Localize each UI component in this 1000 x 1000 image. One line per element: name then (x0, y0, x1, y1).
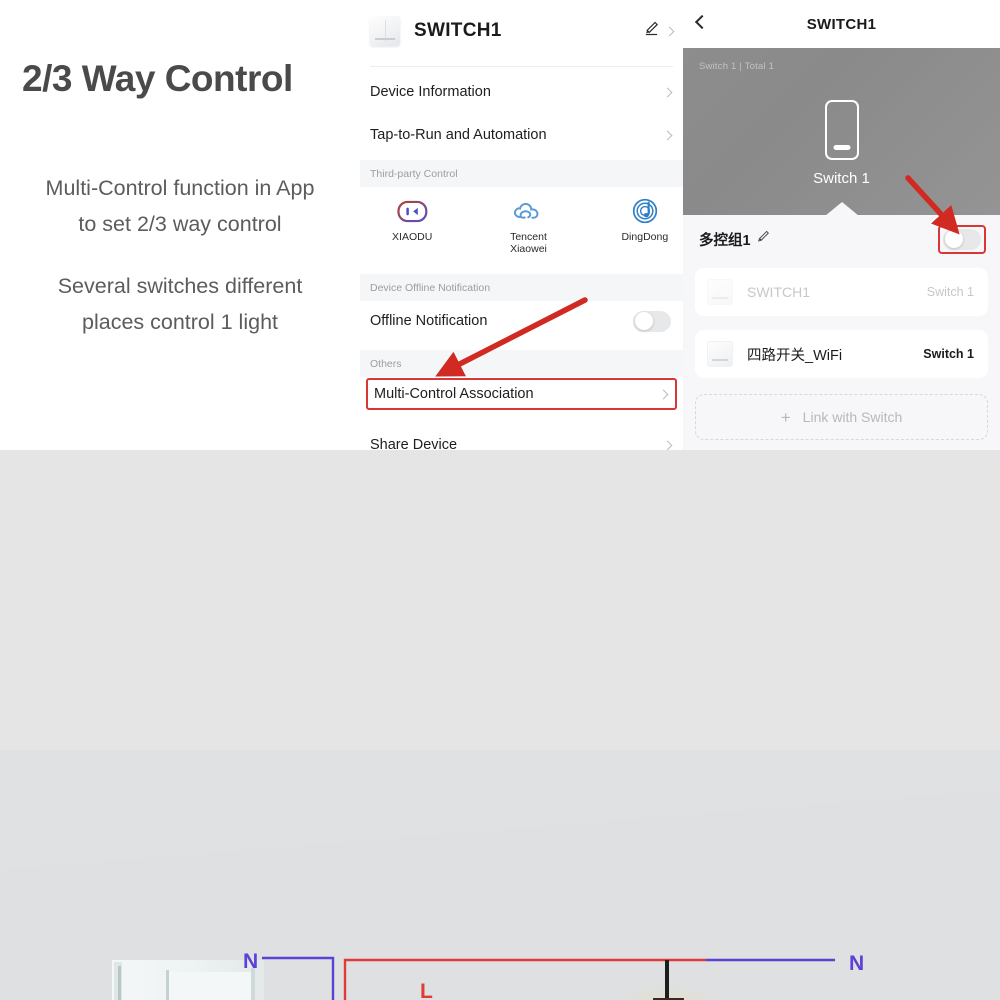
xiaodu-icon (374, 192, 450, 230)
settings-row-device-information[interactable]: Device Information (360, 72, 683, 112)
multi-control-group-toggle[interactable] (943, 228, 981, 250)
pencil-icon[interactable] (757, 230, 770, 248)
pencil-icon[interactable] (644, 21, 659, 41)
chevron-right-icon (658, 389, 669, 399)
group-header-others: Others (360, 350, 683, 377)
marketing-copy-panel: 2/3 Way Control Multi-Control function i… (0, 0, 360, 450)
third-party-item-tencent-xiaowei[interactable]: Tencent Xiaowei (490, 192, 566, 262)
group-header-third-party: Third-party Control (360, 160, 683, 187)
wiring-diagram-section: N L L N (0, 450, 1000, 1000)
third-party-control-list: XIAODU Tencent Xiaowei DingDong (360, 192, 683, 262)
chevron-right-icon (662, 440, 673, 450)
marketing-paragraph-2-line-1: Several switches different (57, 274, 303, 298)
device-settings-screen: SWITCH1 Device Information Tap-to-Run an… (360, 0, 683, 450)
settings-row-label: Multi-Control Association (374, 386, 534, 402)
linked-device-channel: Switch 1 (926, 285, 974, 299)
wiring-diagram: N L L N (0, 450, 1000, 1000)
top-app-screenshots-section: 2/3 Way Control Multi-Control function i… (0, 0, 1000, 450)
third-party-label: Tencent Xiaowei (510, 231, 547, 255)
chevron-right-icon (664, 26, 675, 36)
multi-control-group-row: 多控组1 (683, 215, 1000, 263)
third-party-label: XIAODU (392, 231, 433, 243)
multi-control-association-screen: SWITCH1 Switch 1 | Total 1 Switch 1 多控组1… (683, 0, 1000, 450)
settings-row-multi-control-association[interactable]: Multi-Control Association (366, 378, 677, 410)
link-with-switch-button[interactable]: + Link with Switch (695, 394, 988, 440)
wall-switch-icon (707, 341, 733, 367)
settings-row-label: Device Information (370, 84, 491, 100)
device-name: SWITCH1 (414, 20, 502, 41)
group-header-offline-notification: Device Offline Notification (360, 274, 683, 301)
chevron-right-icon (662, 130, 673, 140)
multi-control-header: SWITCH1 (683, 0, 1000, 48)
group-toggle-highlight (938, 224, 986, 254)
multi-control-title: SWITCH1 (806, 15, 877, 33)
linked-device-name: 四路开关_WiFi (747, 347, 843, 364)
third-party-item-dingdong[interactable]: DingDong (607, 192, 683, 262)
settings-row-tap-to-run[interactable]: Tap-to-Run and Automation (360, 115, 683, 155)
wire-label-neutral-top: N (243, 950, 258, 973)
list-item[interactable]: SWITCH1 Switch 1 (695, 268, 988, 316)
marketing-paragraph-1: Multi-Control function in App to set 2/3… (0, 170, 360, 242)
settings-row-label: Offline Notification (370, 313, 488, 329)
wall-switch-icon (370, 16, 400, 46)
card-notch (824, 202, 859, 216)
header-divider (370, 66, 673, 67)
device-preview-card: Switch 1 | Total 1 Switch 1 (683, 48, 1000, 216)
multi-control-group-name: 多控组1 (699, 232, 751, 249)
settings-row-label: Share Device (370, 437, 458, 450)
third-party-label: DingDong (621, 231, 669, 243)
device-header-actions[interactable] (644, 21, 675, 41)
page-title: 2/3 Way Control (22, 58, 293, 99)
marketing-paragraph-2: Several switches different places contro… (0, 268, 360, 340)
dingdong-icon (607, 192, 683, 230)
linked-device-name: SWITCH1 (747, 284, 810, 300)
device-header[interactable]: SWITCH1 (360, 0, 683, 62)
switch-panel-icon (824, 100, 859, 160)
plus-icon: + (780, 407, 791, 427)
settings-row-label: Tap-to-Run and Automation (370, 127, 547, 143)
wire-label-live-ceiling: L (420, 980, 433, 1000)
linked-device-channel: Switch 1 (923, 347, 974, 361)
link-with-switch-label: Link with Switch (802, 409, 903, 425)
card-meta-label: Switch 1 | Total 1 (699, 61, 775, 72)
chevron-right-icon (662, 87, 673, 97)
marketing-paragraph-1-line-1: Multi-Control function in App (45, 176, 315, 200)
marketing-paragraph-1-line-2: to set 2/3 way control (78, 212, 282, 236)
card-switch-caption: Switch 1 (813, 170, 870, 187)
door (112, 960, 264, 1000)
wire-label-neutral-lamp: N (849, 952, 864, 975)
cloud-icon (490, 192, 566, 230)
marketing-paragraph-2-line-2: places control 1 light (82, 310, 278, 334)
settings-row-offline-notification[interactable]: Offline Notification (360, 301, 683, 341)
wall-switch-icon (707, 279, 733, 305)
offline-notification-toggle[interactable] (633, 310, 671, 332)
list-item[interactable]: 四路开关_WiFi Switch 1 (695, 330, 988, 378)
third-party-item-xiaodu[interactable]: XIAODU (374, 192, 450, 262)
settings-row-share-device[interactable]: Share Device (360, 425, 683, 450)
